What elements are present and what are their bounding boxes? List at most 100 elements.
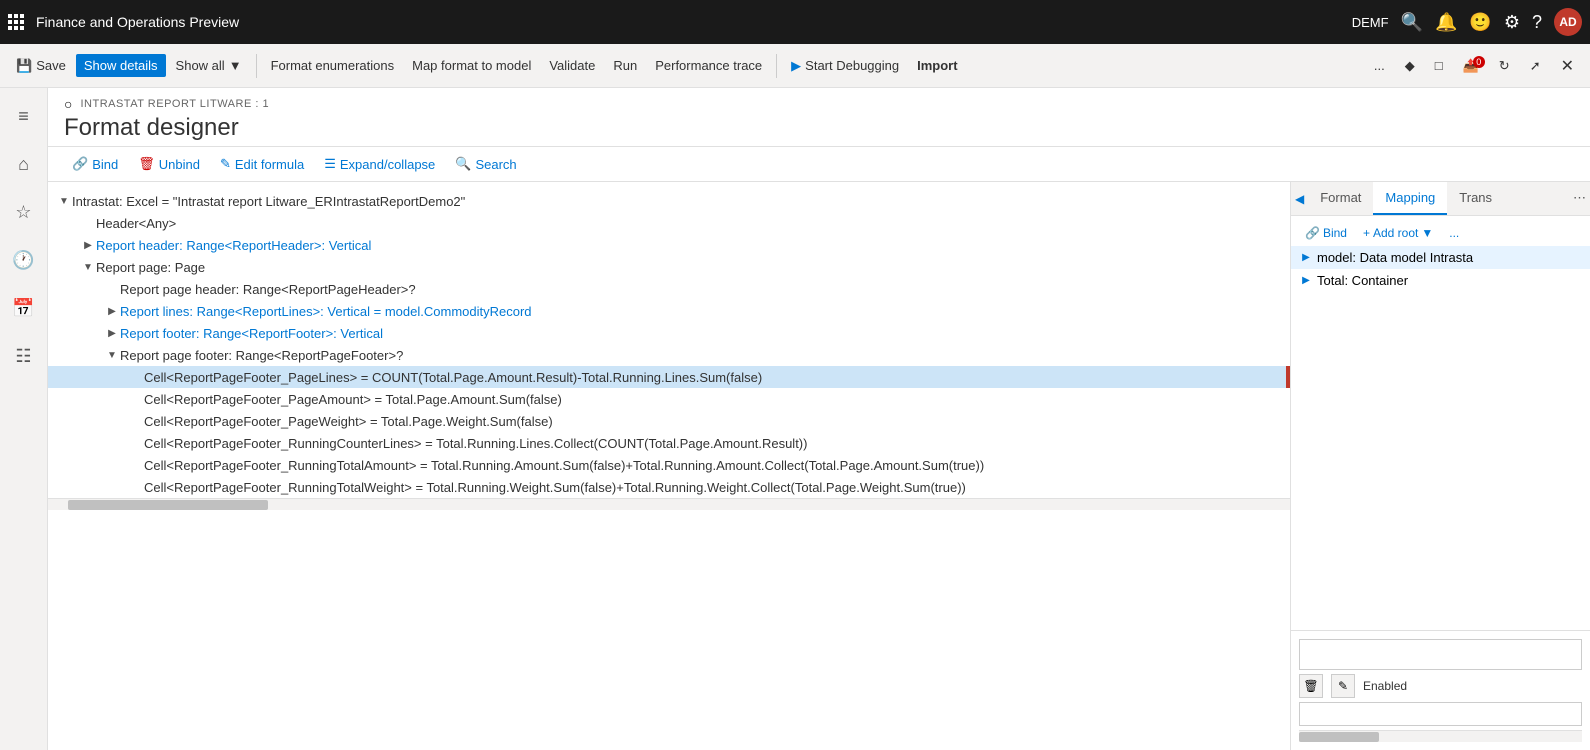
back-arrow-icon[interactable]: ◀ xyxy=(1291,182,1308,215)
search-icon-action: 🔍 xyxy=(455,156,471,172)
gear-icon[interactable]: ⚙ xyxy=(1504,12,1520,33)
action-bar: 🔗 Bind 🗑 Unbind ✎ Edit formula ☰ Expand/… xyxy=(48,147,1590,182)
mapping-bind-button[interactable]: 🔗 Bind xyxy=(1299,224,1353,242)
bell-icon[interactable]: 🔔 xyxy=(1435,12,1457,33)
nav-list-icon[interactable]: ☷ xyxy=(4,336,44,376)
nav-favorites-icon[interactable]: ☆ xyxy=(4,192,44,232)
mapping-item-text: Total: Container xyxy=(1317,273,1408,288)
pencil-icon: ✎ xyxy=(220,156,231,172)
tab-format[interactable]: Format xyxy=(1308,182,1373,215)
search-button[interactable]: 🔍 Search xyxy=(447,153,524,175)
edit-pencil-button[interactable]: ✎ xyxy=(1331,674,1355,698)
tree-item[interactable]: Cell<ReportPageFooter_PageWeight> = Tota… xyxy=(48,410,1290,432)
mapping-item-model[interactable]: ▶ model: Data model Intrasta xyxy=(1291,246,1590,269)
expand-icon: ☰ xyxy=(324,156,336,172)
toggle-icon-8[interactable] xyxy=(104,347,120,363)
toggle-icon-6[interactable] xyxy=(104,303,120,319)
nav-home-icon[interactable]: ≡ xyxy=(4,96,44,136)
scrollbar-thumb[interactable] xyxy=(68,500,268,510)
mapping-more-button[interactable]: ... xyxy=(1443,224,1465,242)
mapping-toggle-1[interactable]: ▶ xyxy=(1299,251,1313,265)
help-icon[interactable]: ? xyxy=(1532,12,1542,33)
right-horizontal-scrollbar[interactable] xyxy=(1299,730,1582,742)
horizontal-scrollbar[interactable] xyxy=(48,498,1290,510)
right-tabs: ◀ Format Mapping Trans ⋯ xyxy=(1291,182,1590,216)
filter-icon[interactable]: ○ xyxy=(64,96,72,112)
add-root-chevron: ▼ xyxy=(1421,226,1433,240)
bind-button[interactable]: 🔗 Bind xyxy=(64,153,126,175)
smiley-icon[interactable]: 🙂 xyxy=(1469,12,1491,33)
search-icon[interactable]: 🔍 xyxy=(1401,12,1423,33)
mapping-action-bar: 🔗 Bind + Add root ▼ ... xyxy=(1291,220,1590,246)
save-icon: 💾 xyxy=(16,58,32,74)
page-header: ○ INTRASTAT REPORT LITWARE : 1 Format de… xyxy=(48,88,1590,147)
tree-item[interactable]: Report page header: Range<ReportPageHead… xyxy=(48,278,1290,300)
nav-home-icon2[interactable]: ⌂ xyxy=(4,144,44,184)
save-button[interactable]: 💾 Save xyxy=(8,54,74,78)
toolbar: 💾 Save Show details Show all ▼ Format en… xyxy=(0,44,1590,88)
toggle-icon-4[interactable] xyxy=(80,259,96,275)
refresh-icon-button[interactable]: ↻ xyxy=(1491,54,1518,78)
avatar[interactable]: AD xyxy=(1554,8,1582,36)
tree-item[interactable]: Cell<ReportPageFooter_PageAmount> = Tota… xyxy=(48,388,1290,410)
run-button[interactable]: Run xyxy=(605,54,645,77)
tree-item[interactable]: Cell<ReportPageFooter_RunningTotalAmount… xyxy=(48,454,1290,476)
plus-icon: + xyxy=(1363,226,1370,240)
format-enumerations-button[interactable]: Format enumerations xyxy=(263,54,403,77)
tree-item[interactable]: Report page: Page xyxy=(48,256,1290,278)
bottom-actions: 🗑 ✎ Enabled xyxy=(1299,674,1582,698)
tree-item[interactable]: Cell<ReportPageFooter_RunningCounterLine… xyxy=(48,432,1290,454)
formula-input[interactable] xyxy=(1299,639,1582,670)
toggle-icon-7[interactable] xyxy=(104,325,120,341)
company-label: DEMF xyxy=(1352,15,1389,30)
start-debugging-button[interactable]: ▶ Start Debugging xyxy=(783,54,907,78)
content-area: ○ INTRASTAT REPORT LITWARE : 1 Format de… xyxy=(48,88,1590,750)
validate-button[interactable]: Validate xyxy=(541,54,603,77)
tab-trans[interactable]: Trans xyxy=(1447,182,1504,215)
delete-button[interactable]: 🗑 xyxy=(1299,674,1323,698)
more-tabs-icon[interactable]: ⋯ xyxy=(1569,182,1590,215)
enabled-value-input[interactable] xyxy=(1299,702,1582,726)
performance-trace-button[interactable]: Performance trace xyxy=(647,54,770,77)
add-root-button[interactable]: + Add root ▼ xyxy=(1357,224,1439,242)
toolbar-right: ... ◆ □ 📤 0 ↻ ➚ ✕ xyxy=(1366,52,1582,80)
unbind-button[interactable]: 🗑 Unbind xyxy=(130,153,208,175)
tree-item[interactable]: Report header: Range<ReportHeader>: Vert… xyxy=(48,234,1290,256)
nav-recent-icon[interactable]: 🕐 xyxy=(4,240,44,280)
map-format-to-model-button[interactable]: Map format to model xyxy=(404,54,539,77)
grid-icon[interactable] xyxy=(8,12,28,32)
tree-item[interactable]: Report footer: Range<ReportFooter>: Vert… xyxy=(48,322,1290,344)
edit-formula-button[interactable]: ✎ Edit formula xyxy=(212,153,312,175)
show-all-button[interactable]: Show all ▼ xyxy=(168,54,250,77)
mapping-item-total[interactable]: ▶ Total: Container xyxy=(1291,269,1590,292)
right-scrollbar-thumb[interactable] xyxy=(1299,732,1379,742)
right-panel-content: 🔗 Bind + Add root ▼ ... ▶ model: D xyxy=(1291,216,1590,630)
tree-item[interactable]: Header<Any> xyxy=(48,212,1290,234)
tree-item[interactable]: Cell<ReportPageFooter_RunningTotalWeight… xyxy=(48,476,1290,498)
more-button[interactable]: ... xyxy=(1366,54,1393,77)
show-details-button[interactable]: Show details xyxy=(76,54,166,77)
nav-calendar-icon[interactable]: 📅 xyxy=(4,288,44,328)
diamond-icon-button[interactable]: ◆ xyxy=(1397,54,1423,78)
toggle-icon-3[interactable] xyxy=(80,237,96,253)
import-button[interactable]: Import xyxy=(909,54,965,77)
tree-item[interactable]: Report lines: Range<ReportLines>: Vertic… xyxy=(48,300,1290,322)
tree-item[interactable]: Report page footer: Range<ReportPageFoot… xyxy=(48,344,1290,366)
tree-item[interactable]: Intrastat: Excel = "Intrastat report Lit… xyxy=(48,190,1290,212)
page-title: Format designer xyxy=(64,114,1574,142)
tab-mapping[interactable]: Mapping xyxy=(1373,182,1447,215)
mapping-toggle-2[interactable]: ▶ xyxy=(1299,274,1313,288)
close-icon-button[interactable]: ✕ xyxy=(1553,52,1582,80)
tree-item-selected[interactable]: Cell<ReportPageFooter_PageLines> = COUNT… xyxy=(48,366,1290,388)
app-bar: Finance and Operations Preview DEMF 🔍 🔔 … xyxy=(0,0,1590,44)
tree-panel: Intrastat: Excel = "Intrastat report Lit… xyxy=(48,182,1290,750)
badge-icon-button[interactable]: 📤 0 xyxy=(1455,54,1487,78)
toggle-icon-1[interactable] xyxy=(56,193,72,209)
toolbar-separator-2 xyxy=(776,54,777,78)
panel-icon-button[interactable]: □ xyxy=(1427,54,1451,77)
main-layout: ≡ ⌂ ☆ 🕐 📅 ☷ ○ INTRASTAT REPORT LITWARE :… xyxy=(0,88,1590,750)
bottom-editor-area: 🗑 ✎ Enabled xyxy=(1291,630,1590,750)
unbind-icon: 🗑 xyxy=(138,156,155,172)
popout-icon-button[interactable]: ➚ xyxy=(1522,54,1549,78)
expand-collapse-button[interactable]: ☰ Expand/collapse xyxy=(316,153,443,175)
